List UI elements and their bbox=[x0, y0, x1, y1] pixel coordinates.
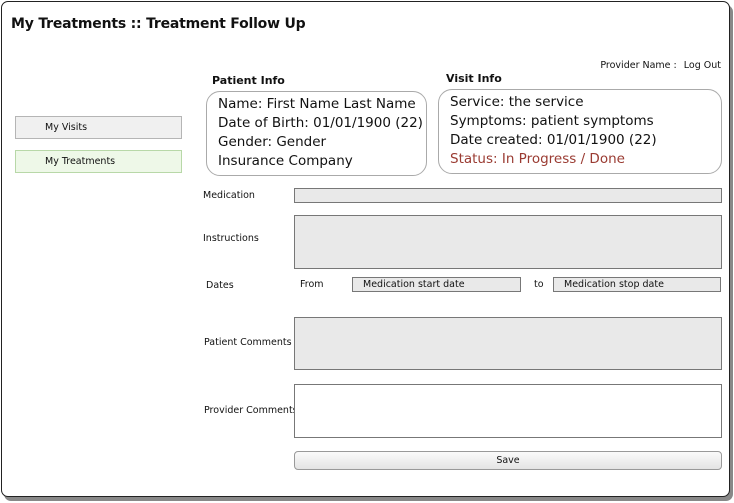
top-bar: Provider Name : Log Out bbox=[596, 60, 721, 71]
patient-info-card: Name: First Name Last Name Date of Birth… bbox=[206, 91, 427, 176]
save-button[interactable]: Save bbox=[294, 451, 722, 470]
stop-date-field[interactable]: Medication stop date bbox=[553, 277, 721, 292]
instructions-field[interactable] bbox=[294, 215, 722, 269]
visit-date-created: Date created: 01/01/1900 (22) bbox=[450, 132, 657, 148]
start-date-field[interactable]: Medication start date bbox=[352, 277, 521, 292]
patient-name: Name: First Name Last Name bbox=[218, 96, 416, 112]
patient-dob: Date of Birth: 01/01/1900 (22) bbox=[218, 115, 423, 131]
instructions-label: Instructions bbox=[203, 233, 259, 244]
patient-info-heading: Patient Info bbox=[212, 74, 285, 87]
patient-comments-field[interactable] bbox=[294, 317, 722, 370]
visit-info-card: Service: the service Symptoms: patient s… bbox=[438, 89, 722, 174]
dates-label: Dates bbox=[206, 280, 234, 291]
sidebar-item-my-treatments[interactable]: My Treatments bbox=[15, 150, 182, 173]
from-label: From bbox=[300, 279, 324, 290]
to-label: to bbox=[534, 279, 544, 290]
provider-name-label: Provider Name : bbox=[600, 60, 677, 71]
patient-gender: Gender: Gender bbox=[218, 134, 327, 150]
page-title: My Treatments :: Treatment Follow Up bbox=[11, 16, 306, 32]
logout-link[interactable]: Log Out bbox=[684, 60, 721, 71]
visit-service: Service: the service bbox=[450, 94, 584, 110]
visit-symptoms: Symptoms: patient symptoms bbox=[450, 113, 654, 129]
medication-label: Medication bbox=[203, 190, 255, 201]
visit-info-heading: Visit Info bbox=[446, 72, 502, 85]
patient-insurance: Insurance Company bbox=[218, 153, 353, 169]
patient-comments-label: Patient Comments bbox=[204, 337, 292, 348]
medication-field[interactable] bbox=[294, 188, 722, 203]
provider-comments-label: Provider Comments bbox=[204, 405, 298, 416]
sidebar-item-my-visits[interactable]: My Visits bbox=[15, 116, 182, 139]
provider-comments-field[interactable] bbox=[294, 384, 722, 438]
visit-status: Status: In Progress / Done bbox=[450, 151, 625, 167]
